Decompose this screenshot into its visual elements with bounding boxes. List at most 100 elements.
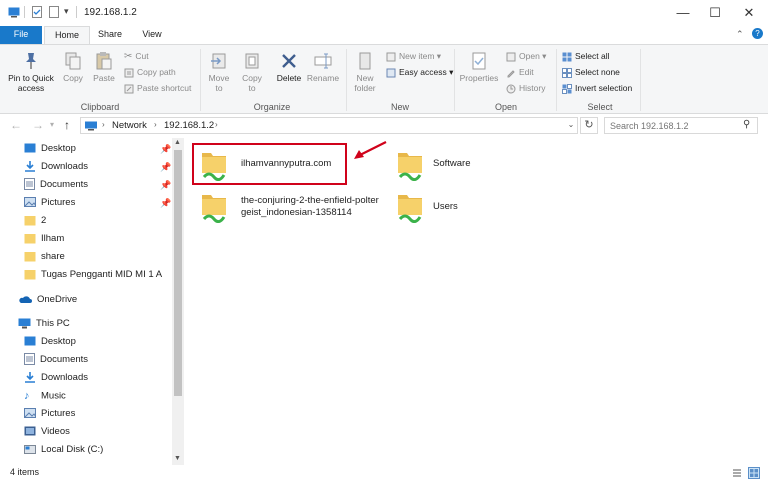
pin-icon[interactable]: 📌 [160, 180, 171, 191]
delete-button[interactable]: Delete [272, 51, 306, 83]
copy-to-button[interactable]: Copy to [238, 51, 266, 93]
new-folder-button[interactable]: New folder [350, 51, 380, 93]
nav-item-documents[interactable]: Documents [24, 176, 88, 194]
rename-button[interactable]: Rename [306, 51, 340, 83]
ribbon-divider [454, 49, 455, 111]
nav-item-onedrive[interactable]: OneDrive [18, 291, 77, 309]
nav-item-folder[interactable]: Ilham [24, 230, 64, 248]
search-box[interactable]: ⚲ [604, 117, 758, 134]
breadcrumb-network[interactable]: Network [112, 120, 147, 131]
address-row: ← → ▾ ↑ › Network › 192.168.1.2 › ⌄ ↻ ⚲ [0, 114, 768, 138]
edit-button[interactable]: Edit [506, 66, 534, 78]
file-name-line: geist_indonesian-1358114 [241, 207, 352, 218]
chevron-right-icon: › [215, 120, 218, 129]
history-label: History [519, 83, 546, 93]
select-all-button[interactable]: Select all [562, 50, 610, 62]
new-item-label: New item [399, 51, 435, 61]
desktop-icon [24, 143, 36, 153]
properties-quick-icon[interactable] [31, 6, 43, 18]
properties-button[interactable]: Properties [458, 51, 500, 83]
tab-home[interactable]: Home [44, 26, 90, 44]
cut-button[interactable]: ✂ Cut [124, 50, 149, 62]
annotation-arrow-icon [354, 141, 387, 159]
pin-icon[interactable]: 📌 [160, 144, 171, 155]
nav-item-downloads[interactable]: Downloads [24, 369, 88, 387]
invert-selection-button[interactable]: Invert selection [562, 82, 632, 94]
shared-folder-icon[interactable] [200, 189, 228, 223]
nav-item-folder[interactable]: 2 [24, 212, 46, 230]
minimize-ribbon-icon[interactable]: ⌃ [736, 29, 744, 40]
nav-item-downloads[interactable]: Downloads [24, 158, 88, 176]
edit-icon [507, 70, 515, 78]
computer-icon [18, 318, 31, 329]
nav-item-this-pc[interactable]: This PC [18, 315, 70, 333]
scroll-down-icon[interactable]: ▼ [174, 455, 181, 462]
tab-file[interactable]: File [0, 26, 42, 44]
nav-item-label: Pictures [41, 197, 76, 208]
copy-icon [65, 52, 81, 70]
tab-view[interactable]: View [130, 26, 174, 44]
pin-icon[interactable]: 📌 [160, 162, 171, 173]
up-arrow-icon[interactable]: ↑ [64, 118, 70, 132]
nav-item-desktop[interactable]: Desktop [24, 140, 76, 158]
details-view-icon[interactable] [732, 468, 742, 478]
refresh-button[interactable]: ↻ [580, 117, 598, 134]
tab-share[interactable]: Share [90, 26, 130, 44]
videos-icon [24, 426, 36, 436]
file-item-name[interactable]: Software [433, 158, 471, 170]
large-icons-view-icon[interactable] [748, 467, 760, 479]
move-to-icon [211, 53, 226, 69]
nav-item-label: share [41, 251, 65, 262]
select-none-button[interactable]: Select none [562, 66, 620, 78]
close-button[interactable]: ✕ [734, 0, 764, 26]
file-item-name[interactable]: Users [433, 201, 458, 213]
open-button[interactable]: Open ▾ [506, 50, 546, 62]
nav-item-label: Documents [40, 354, 89, 365]
rename-label: Rename [306, 73, 340, 83]
nav-scrollbar-thumb[interactable] [174, 150, 182, 396]
new-folder-quick-icon[interactable] [48, 6, 60, 18]
history-button[interactable]: History [506, 82, 545, 94]
copy-path-button[interactable]: Copy path [124, 66, 176, 78]
search-input[interactable] [605, 118, 735, 133]
copy-label: Copy [63, 73, 83, 83]
nav-item-label: Desktop [41, 336, 76, 347]
breadcrumb-host[interactable]: 192.168.1.2 [164, 120, 214, 131]
nav-item-label: 2 [41, 215, 47, 226]
file-item-name[interactable]: the-conjuring-2-the-enfield-polter geist… [241, 195, 379, 219]
nav-item-pictures[interactable]: Pictures [24, 194, 75, 212]
nav-item-folder[interactable]: Tugas Pengganti MID MI 1 A [24, 266, 162, 284]
nav-item-pictures[interactable]: Pictures [24, 405, 75, 423]
address-bar[interactable]: › Network › 192.168.1.2 › [80, 117, 578, 134]
nav-item-videos[interactable]: Videos [24, 423, 70, 441]
pin-icon[interactable]: 📌 [160, 198, 171, 209]
shared-folder-icon[interactable] [396, 147, 424, 181]
new-item-button[interactable]: New item ▾ [386, 50, 441, 62]
downloads-icon [25, 161, 35, 173]
move-to-button[interactable]: Move to [204, 51, 234, 93]
help-icon[interactable]: ? [752, 28, 763, 39]
scroll-up-icon[interactable]: ▲ [174, 139, 181, 146]
address-dropdown-icon[interactable]: ⌄ [564, 117, 578, 134]
search-icon[interactable]: ⚲ [743, 119, 750, 130]
recent-locations-icon[interactable]: ▾ [50, 120, 54, 129]
maximize-button[interactable]: ☐ [700, 0, 730, 26]
pin-to-quick-access-button[interactable]: Pin to Quick access [4, 51, 58, 93]
easy-access-button[interactable]: Easy access ▾ [386, 66, 453, 78]
open-icon [506, 52, 516, 62]
nav-item-label: Documents [40, 179, 89, 190]
shared-folder-icon[interactable] [396, 189, 424, 223]
paste-shortcut-button[interactable]: Paste shortcut [124, 82, 191, 94]
paste-button[interactable]: Paste [90, 51, 118, 83]
nav-item-documents[interactable]: Documents [24, 351, 88, 369]
nav-item-folder[interactable]: share [24, 248, 65, 266]
nav-item-local-disk[interactable]: Local Disk (C:) [24, 441, 103, 459]
customize-quick-access-icon[interactable]: ▾ [64, 6, 69, 17]
nav-item-desktop[interactable]: Desktop [24, 333, 76, 351]
nav-item-music[interactable]: ♪ Music [24, 387, 66, 405]
forward-arrow-icon[interactable]: → [32, 118, 44, 132]
copy-button[interactable]: Copy [60, 51, 86, 83]
back-arrow-icon[interactable]: ← [10, 118, 22, 132]
minimize-button[interactable]: — [668, 0, 698, 26]
file-list-pane [184, 138, 768, 465]
